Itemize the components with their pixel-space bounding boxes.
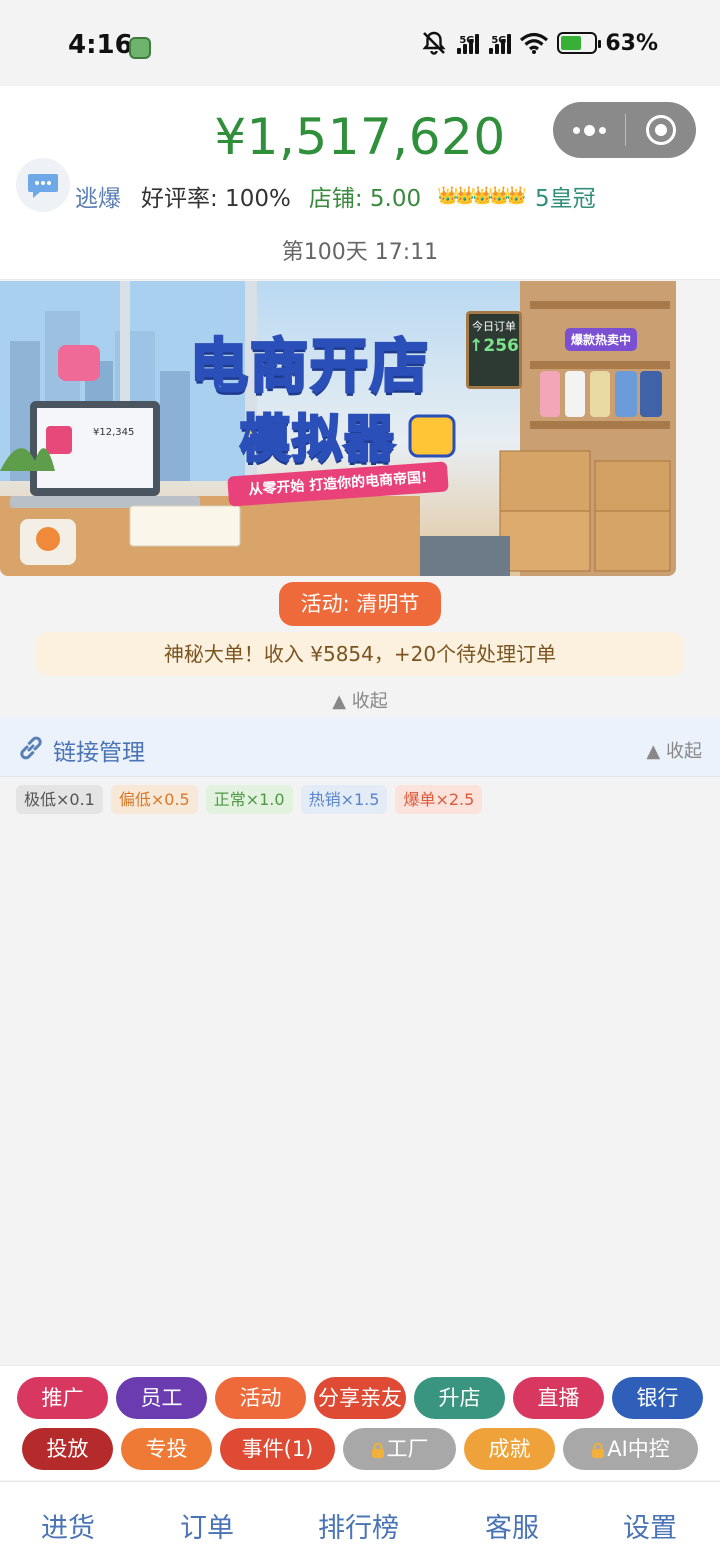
traffic-multiplier-legend: 极低×0.1 偏低×0.5 正常×1.0 热销×1.5 爆单×2.5: [16, 785, 483, 814]
store-score: 店铺: 5.00: [308, 186, 422, 212]
player-name[interactable]: 逃爆: [75, 179, 121, 213]
shop-stats: 逃爆 好评率: 100% 店铺: 5.00 👑👑👑👑👑 5皇冠: [75, 179, 596, 213]
event-notice: 神秘大单！收入 ¥5854，+20个待处理订单: [36, 632, 684, 676]
activity-badge[interactable]: 活动: 清明节: [279, 582, 441, 626]
upgrade-shop-button[interactable]: 升店: [414, 1377, 505, 1419]
game-day-time: 第100天 17:11: [281, 240, 439, 265]
more-menu-button[interactable]: [553, 124, 625, 136]
game-header: ¥1,517,620 逃爆 好评率: 100% 店铺: 5.00 👑👑👑👑👑 5…: [0, 86, 720, 280]
tag-explosive: 爆单×2.5: [395, 785, 483, 814]
status-bar: 4:16 5G 5G 63%: [0, 0, 720, 86]
signal-icon-1: 5G: [455, 32, 480, 54]
bell-muted-icon: [422, 31, 446, 55]
tab-purchase[interactable]: 进货: [41, 1506, 95, 1545]
achievements-button[interactable]: 成就: [464, 1428, 555, 1470]
game-banner-image: 电商开店 模拟器 从零开始 打造你的电商帝国! 今日订单 ↑256 爆款热卖中 …: [0, 281, 676, 576]
targeted-ads-button[interactable]: 专投: [121, 1428, 212, 1470]
rating-text: 好评率: 100%: [141, 186, 291, 212]
tag-normal: 正常×1.0: [205, 785, 293, 814]
link-management-header[interactable]: 链接管理 ▲ 收起: [0, 717, 720, 777]
collapse-banner-button[interactable]: ▲ 收起: [0, 687, 720, 713]
tab-orders[interactable]: 订单: [180, 1506, 234, 1545]
battery-icon: [557, 32, 602, 54]
signal-icon-2: 5G: [487, 32, 512, 54]
app-notification-icon: [129, 37, 151, 59]
factory-button-locked[interactable]: 工厂: [343, 1428, 456, 1470]
battery-percent: 63%: [605, 30, 658, 56]
lock-icon: [592, 1442, 605, 1458]
activity-button[interactable]: 活动: [215, 1377, 306, 1419]
banner-title-line1: 电商开店: [188, 331, 431, 402]
tab-leaderboard[interactable]: 排行榜: [318, 1506, 399, 1545]
status-time: 4:16: [68, 30, 133, 60]
events-button[interactable]: 事件(1): [220, 1428, 335, 1470]
banner-screen-value: ¥12,345: [93, 427, 135, 438]
status-icons: 5G 5G 63%: [421, 30, 658, 56]
chat-icon[interactable]: [16, 158, 70, 212]
shop-level: 5皇冠: [534, 186, 596, 212]
tag-hot: 热销×1.5: [300, 785, 388, 814]
lock-icon: [371, 1442, 384, 1458]
ai-control-button-locked[interactable]: AI中控: [563, 1428, 698, 1470]
tab-settings[interactable]: 设置: [623, 1506, 677, 1545]
collapse-link-panel-button[interactable]: ▲ 收起: [646, 737, 702, 763]
live-stream-button[interactable]: 直播: [513, 1377, 604, 1419]
tag-very-low: 极低×0.1: [16, 785, 103, 814]
mini-program-capsule: [553, 102, 696, 158]
chat-bubble-icon: [28, 174, 58, 198]
tag-low: 偏低×0.5: [110, 785, 198, 814]
tab-customer-service[interactable]: 客服: [485, 1506, 539, 1545]
crown-icons: 👑👑👑👑👑: [437, 186, 527, 206]
link-management-title: 链接管理: [53, 740, 145, 766]
link-icon: [20, 736, 42, 760]
close-mini-program-button[interactable]: [626, 115, 696, 145]
share-friends-button[interactable]: 分享亲友: [314, 1377, 406, 1419]
ads-button[interactable]: 投放: [22, 1428, 113, 1470]
bottom-tab-bar: 进货 订单 排行榜 客服 设置: [0, 1481, 720, 1565]
bank-button[interactable]: 银行: [612, 1377, 703, 1419]
staff-button[interactable]: 员工: [116, 1377, 207, 1419]
promote-button[interactable]: 推广: [17, 1377, 108, 1419]
banner-hot-label: 爆款热卖中: [565, 328, 638, 351]
wifi-icon: [520, 32, 549, 54]
action-buttons-panel: 推广 员工 活动 分享亲友 升店 直播 银行 投放 专投 事件(1) 工厂 成就…: [0, 1365, 720, 1480]
banner-title-line2: 模拟器: [239, 409, 396, 470]
banner-orders-board: 今日订单 ↑256: [466, 311, 522, 389]
